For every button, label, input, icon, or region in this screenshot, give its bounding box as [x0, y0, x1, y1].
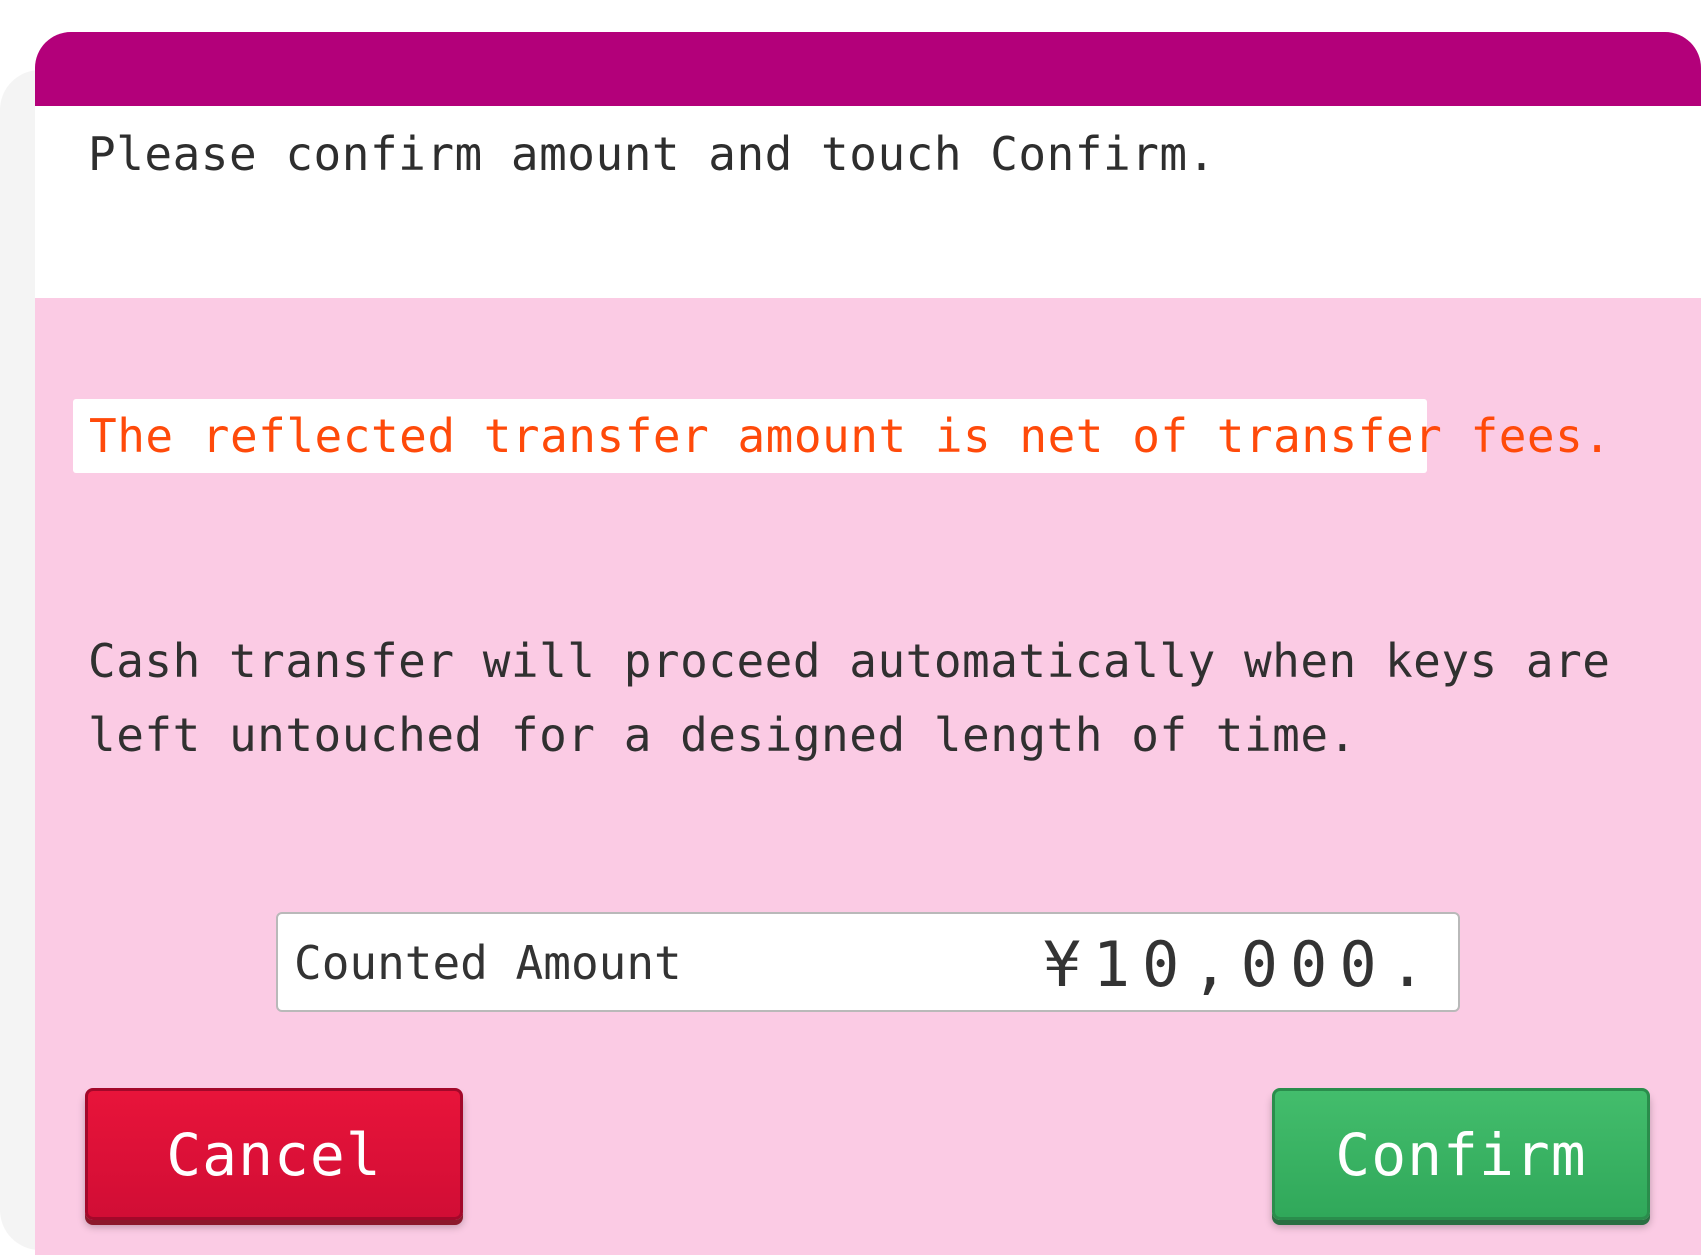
auto-proceed-info: Cash transfer will proceed automatically…	[88, 634, 1611, 762]
cancel-button[interactable]: Cancel	[85, 1088, 463, 1220]
fee-notice-text: The reflected transfer amount is net of …	[89, 409, 1612, 463]
counted-amount-label: Counted Amount	[294, 936, 682, 990]
transfer-confirm-dialog: Please confirm amount and touch Confirm.…	[35, 32, 1701, 1255]
counted-amount-field: Counted Amount ¥10,000.	[276, 912, 1460, 1012]
instruction-text: Please confirm amount and touch Confirm.	[88, 127, 1216, 181]
counted-amount-value: ¥10,000.	[1043, 928, 1438, 1001]
dialog-header-bar	[35, 32, 1701, 106]
fee-notice: The reflected transfer amount is net of …	[73, 399, 1611, 473]
confirm-button[interactable]: Confirm	[1272, 1088, 1650, 1220]
